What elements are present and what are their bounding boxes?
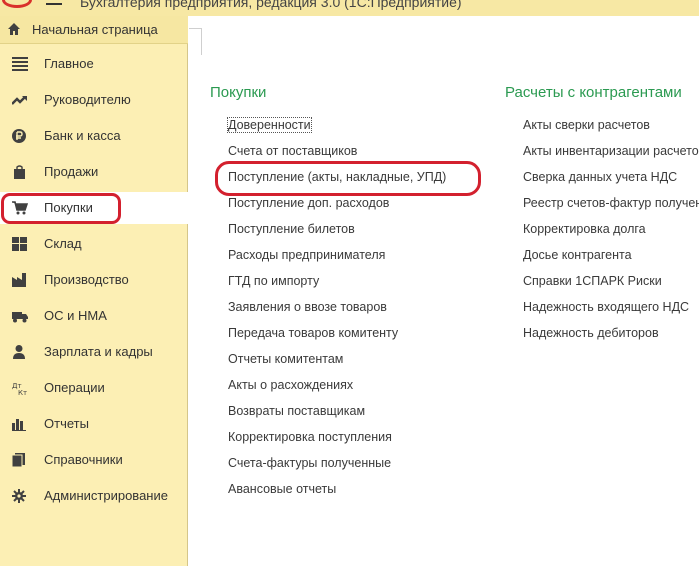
- home-icon: [7, 22, 21, 36]
- sidebar-item-bank[interactable]: Банк и касса: [0, 120, 188, 152]
- link-import-statements[interactable]: Заявления о ввозе товаров: [228, 300, 387, 314]
- coin-icon: [12, 129, 28, 143]
- sidebar-item-production[interactable]: Производство: [0, 264, 188, 296]
- sidebar-item-label: Зарплата и кадры: [44, 344, 153, 359]
- bar-chart-icon: [12, 417, 28, 431]
- truck-icon: [12, 309, 28, 323]
- sidebar-item-manager[interactable]: Руководителю: [0, 84, 188, 116]
- window-title: Бухгалтерия предприятия, редакция 3.0 (1…: [80, 0, 462, 10]
- purchases-highlight-annotation: [1, 193, 121, 224]
- main-content: Покупки Доверенности Счета от поставщико…: [189, 16, 699, 566]
- sidebar-item-payroll[interactable]: Зарплата и кадры: [0, 336, 188, 368]
- link-committent-reports[interactable]: Отчеты комитентам: [228, 352, 343, 366]
- factory-icon: [12, 273, 28, 287]
- sidebar-item-directories[interactable]: Справочники: [0, 444, 188, 476]
- sidebar-item-label: Начальная страница: [32, 22, 158, 37]
- link-invoice-register[interactable]: Реестр счетов-фактур полученных: [523, 196, 699, 210]
- sidebar-item-label: Руководителю: [44, 92, 131, 107]
- sidebar-item-main[interactable]: Главное: [0, 48, 188, 80]
- sidebar-item-label: Банк и касса: [44, 128, 121, 143]
- link-supplier-returns[interactable]: Возвраты поставщикам: [228, 404, 365, 418]
- books-icon: [12, 453, 28, 467]
- sidebar-item-label: Главное: [44, 56, 94, 71]
- list-icon: [12, 57, 28, 71]
- sidebar-item-label: Справочники: [44, 452, 123, 467]
- sidebar-item-sales[interactable]: Продажи: [0, 156, 188, 188]
- sidebar-item-label: Продажи: [44, 164, 99, 179]
- link-tickets[interactable]: Поступление билетов: [228, 222, 355, 236]
- link-power-of-attorney[interactable]: Доверенности: [227, 117, 312, 133]
- sidebar-item-label: Операции: [44, 380, 105, 395]
- receipt-highlight-annotation: [215, 161, 481, 196]
- link-transfer-to-committent[interactable]: Передача товаров комитенту: [228, 326, 398, 340]
- link-inventory-acts[interactable]: Акты инвентаризации расчетов: [523, 144, 699, 158]
- link-entrepreneur-expenses[interactable]: Расходы предпринимателя: [228, 248, 385, 262]
- sidebar-item-operations[interactable]: Дт Кт Операции: [0, 372, 188, 404]
- warehouse-icon: [12, 237, 28, 251]
- link-debt-adjustment[interactable]: Корректировка долга: [523, 222, 646, 236]
- sidebar-item-label: Производство: [44, 272, 129, 287]
- person-icon: [12, 345, 28, 359]
- section-title-purchases: Покупки: [210, 84, 267, 101]
- trend-icon: [12, 93, 28, 107]
- sidebar-item-label: ОС и НМА: [44, 308, 107, 323]
- tab-edge: [189, 28, 202, 55]
- 1c-logo-icon: [2, 0, 32, 8]
- link-discrepancy-acts[interactable]: Акты о расхождениях: [228, 378, 353, 392]
- link-incoming-vat-reliability[interactable]: Надежность входящего НДС: [523, 300, 689, 314]
- link-receipt-adjustment[interactable]: Корректировка поступления: [228, 430, 392, 444]
- sidebar-item-reports[interactable]: Отчеты: [0, 408, 188, 440]
- sidebar-item-label: Отчеты: [44, 416, 89, 431]
- link-advance-reports[interactable]: Авансовые отчеты: [228, 482, 336, 496]
- sidebar-item-label: Администрирование: [44, 488, 168, 503]
- link-received-invoices[interactable]: Счета-фактуры полученные: [228, 456, 391, 470]
- link-supplier-invoices[interactable]: Счета от поставщиков: [228, 144, 357, 158]
- sidebar-item-fixed-assets[interactable]: ОС и НМА: [0, 300, 188, 332]
- title-bar: Бухгалтерия предприятия, редакция 3.0 (1…: [0, 0, 699, 16]
- link-customs-declaration[interactable]: ГТД по импорту: [228, 274, 319, 288]
- sidebar-item-home[interactable]: Начальная страница: [0, 16, 188, 44]
- sidebar-item-administration[interactable]: Администрирование: [0, 480, 188, 512]
- link-additional-expenses[interactable]: Поступление доп. расходов: [228, 196, 389, 210]
- link-debtor-reliability[interactable]: Надежность дебиторов: [523, 326, 659, 340]
- svg-text:Кт: Кт: [18, 389, 27, 395]
- bag-icon: [12, 165, 28, 179]
- link-spark-risks[interactable]: Справки 1СПАРК Риски: [523, 274, 662, 288]
- main-menu-icon[interactable]: [46, 3, 62, 5]
- sidebar: Начальная страница Главное Руководителю …: [0, 16, 188, 566]
- sidebar-item-label: Склад: [44, 236, 82, 251]
- link-vat-reconciliation[interactable]: Сверка данных учета НДС: [523, 170, 677, 184]
- section-title-settlements: Расчеты с контрагентами: [505, 84, 682, 101]
- debit-credit-icon: Дт Кт: [12, 381, 28, 395]
- link-counterparty-dossier[interactable]: Досье контрагента: [523, 248, 632, 262]
- sidebar-item-warehouse[interactable]: Склад: [0, 228, 188, 260]
- gear-icon: [12, 489, 28, 503]
- link-reconciliation-acts[interactable]: Акты сверки расчетов: [523, 118, 650, 132]
